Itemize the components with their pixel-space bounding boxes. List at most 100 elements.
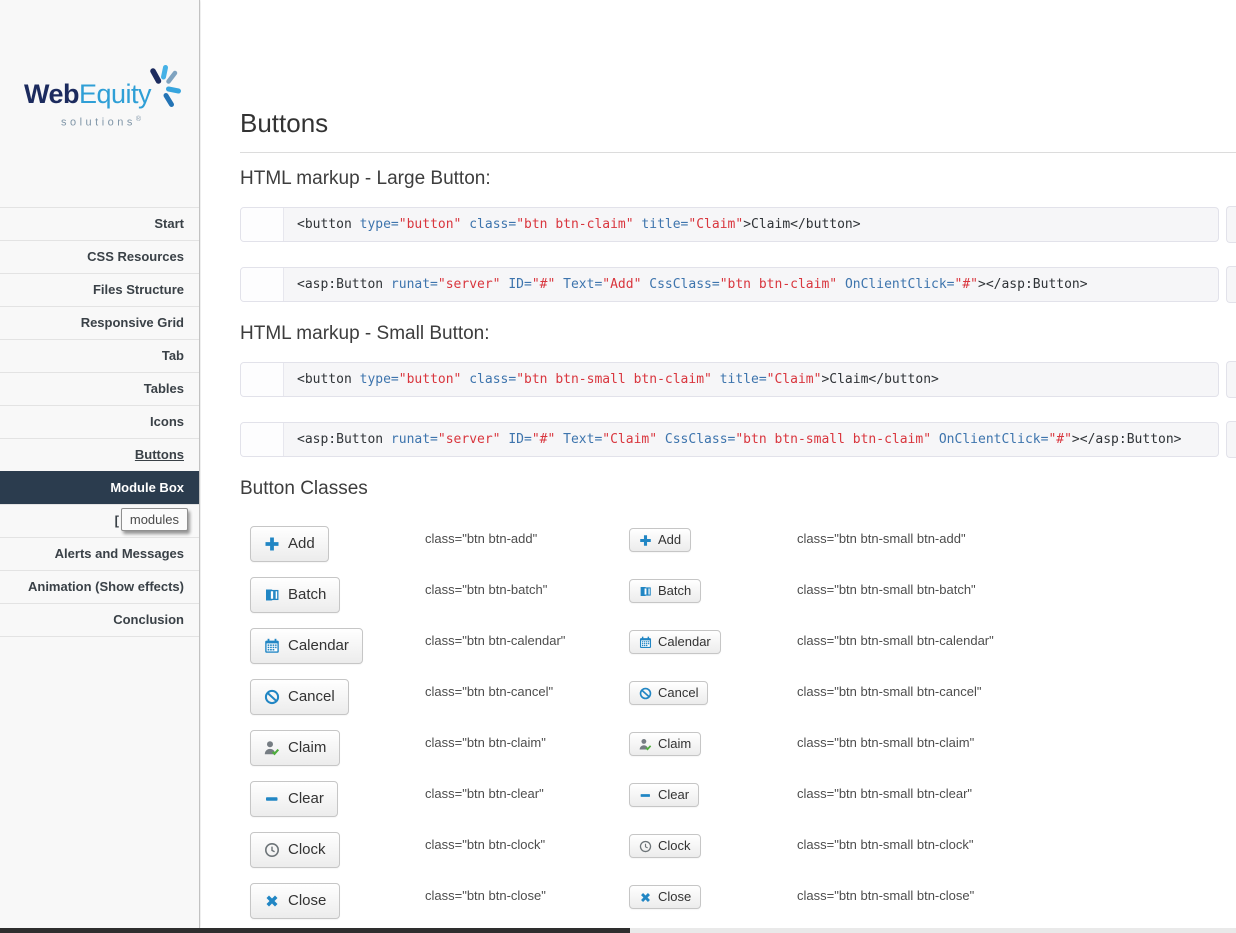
code-line: <button type="button" class="btn btn-cla… bbox=[284, 208, 1218, 241]
class-label-small: class="btn btn-small btn-claim" bbox=[797, 735, 974, 750]
logo[interactable]: WebEquity solutions® bbox=[24, 80, 174, 129]
logo-brand-primary: Web bbox=[24, 79, 79, 109]
sidebar-item-label: Alerts and Messages bbox=[55, 546, 184, 561]
sidebar-item-buttons[interactable]: Buttons bbox=[0, 438, 199, 471]
claim-icon bbox=[264, 740, 280, 756]
button-cancel-large[interactable]: Cancel bbox=[250, 679, 349, 715]
sidebar-item-label: Module Box bbox=[110, 480, 184, 495]
button-claim-small[interactable]: Claim bbox=[629, 732, 701, 756]
sidebar-item-label: Icons bbox=[150, 414, 184, 429]
ban-icon bbox=[264, 689, 280, 705]
class-label-large: class="btn btn-clock" bbox=[425, 837, 545, 852]
button-add-large[interactable]: Add bbox=[250, 526, 329, 562]
button-label: Clock bbox=[658, 838, 691, 854]
code-gutter bbox=[241, 423, 284, 456]
class-label-small: class="btn btn-small btn-calendar" bbox=[797, 633, 994, 648]
class-label-large: class="btn btn-cancel" bbox=[425, 684, 553, 699]
close-icon bbox=[639, 891, 652, 904]
class-label-small: class="btn btn-small btn-cancel" bbox=[797, 684, 981, 699]
sidebar: WebEquity solutions® StartCSS Resourc bbox=[0, 0, 200, 928]
sidebar-item-animation-show-effects[interactable]: Animation (Show effects) bbox=[0, 570, 199, 603]
sidebar-item-label: Tab bbox=[162, 348, 184, 363]
class-label-small: class="btn btn-small btn-clear" bbox=[797, 786, 972, 801]
code-gutter bbox=[241, 363, 284, 396]
class-label-large: class="btn btn-claim" bbox=[425, 735, 546, 750]
button-label: Close bbox=[288, 891, 326, 911]
horizontal-scrollbar-thumb[interactable] bbox=[0, 928, 630, 933]
class-label-small: class="btn btn-small btn-add" bbox=[797, 531, 966, 546]
calendar-icon bbox=[264, 638, 280, 654]
button-clear-large[interactable]: Clear bbox=[250, 781, 338, 817]
plus-icon bbox=[264, 536, 280, 552]
sidebar-item-label: Tables bbox=[144, 381, 184, 396]
button-label: Cancel bbox=[658, 685, 698, 701]
sidebar-item-icons[interactable]: Icons bbox=[0, 405, 199, 438]
button-label: Claim bbox=[288, 738, 326, 758]
sidebar-item-responsive-grid[interactable]: Responsive Grid bbox=[0, 306, 199, 339]
button-calendar-small[interactable]: Calendar bbox=[629, 630, 721, 654]
page: WebEquity solutions® StartCSS Resourc bbox=[0, 0, 1236, 933]
sidebar-item-start[interactable]: Start bbox=[0, 207, 199, 240]
horizontal-scrollbar[interactable] bbox=[0, 928, 1236, 933]
sidebar-item-conclusion[interactable]: Conclusion bbox=[0, 603, 199, 636]
button-cancel-small[interactable]: Cancel bbox=[629, 681, 708, 705]
logo-tagline: solutions® bbox=[24, 116, 174, 129]
code-block-small-html: <button type="button" class="btn btn-sma… bbox=[240, 362, 1219, 397]
sidebar-item-tables[interactable]: Tables bbox=[0, 372, 199, 405]
code-block-small-asp: <asp:Button runat="server" ID="#" Text="… bbox=[240, 422, 1219, 457]
button-close-large[interactable]: Close bbox=[250, 883, 340, 919]
class-label-large: class="btn btn-clear" bbox=[425, 786, 544, 801]
code-gutter bbox=[241, 208, 284, 241]
sidebar-item-files-structure[interactable]: Files Structure bbox=[0, 273, 199, 306]
sidebar-item-module-box[interactable]: Module Box bbox=[0, 471, 199, 504]
code-block-overflow-sliver bbox=[1226, 206, 1236, 243]
logo-brand-secondary: Equity bbox=[79, 79, 151, 109]
clock-icon bbox=[264, 842, 280, 858]
class-label-large: class="btn btn-add" bbox=[425, 531, 537, 546]
class-label-small: class="btn btn-small btn-close" bbox=[797, 888, 974, 903]
sidebar-item-css-resources[interactable]: CSS Resources bbox=[0, 240, 199, 273]
modules-tooltip: modules bbox=[121, 508, 188, 531]
close-icon bbox=[264, 893, 280, 909]
button-clock-small[interactable]: Clock bbox=[629, 834, 701, 858]
button-label: Batch bbox=[288, 585, 326, 605]
button-close-small[interactable]: Close bbox=[629, 885, 701, 909]
code-block-overflow-sliver bbox=[1226, 421, 1236, 458]
button-label: Clear bbox=[288, 789, 324, 809]
sidebar-item-label: Responsive Grid bbox=[81, 315, 184, 330]
class-label-large: class="btn btn-batch" bbox=[425, 582, 547, 597]
ban-icon bbox=[639, 687, 652, 700]
button-add-small[interactable]: Add bbox=[629, 528, 691, 552]
sidebar-item-label: CSS Resources bbox=[87, 249, 184, 264]
section-heading-button-classes: Button Classes bbox=[240, 477, 1236, 501]
button-label: Clock bbox=[288, 840, 326, 860]
button-label: Batch bbox=[658, 583, 691, 599]
sidebar-item-modules[interactable]: [ modules ]modules bbox=[0, 504, 199, 537]
button-batch-large[interactable]: Batch bbox=[250, 577, 340, 613]
sidebar-item-label: Files Structure bbox=[93, 282, 184, 297]
sidebar-item-tab[interactable]: Tab bbox=[0, 339, 199, 372]
button-clock-large[interactable]: Clock bbox=[250, 832, 340, 868]
minus-icon bbox=[639, 789, 652, 802]
button-label: Claim bbox=[658, 736, 691, 752]
class-label-large: class="btn btn-calendar" bbox=[425, 633, 565, 648]
code-block-large-asp: <asp:Button runat="server" ID="#" Text="… bbox=[240, 267, 1219, 302]
button-clear-small[interactable]: Clear bbox=[629, 783, 699, 807]
button-label: Calendar bbox=[288, 636, 349, 656]
class-label-small: class="btn btn-small btn-clock" bbox=[797, 837, 974, 852]
section-heading-small-button: HTML markup - Small Button: bbox=[240, 322, 1236, 346]
button-batch-small[interactable]: Batch bbox=[629, 579, 701, 603]
code-block-overflow-sliver bbox=[1226, 361, 1236, 398]
sidebar-item-label: Start bbox=[154, 216, 184, 231]
button-calendar-large[interactable]: Calendar bbox=[250, 628, 363, 664]
button-claim-large[interactable]: Claim bbox=[250, 730, 340, 766]
code-line: <asp:Button runat="server" ID="#" Text="… bbox=[284, 268, 1218, 301]
button-label: Close bbox=[658, 889, 691, 905]
page-title: Buttons bbox=[240, 108, 1236, 138]
batch-icon bbox=[639, 585, 652, 598]
class-label-large: class="btn btn-close" bbox=[425, 888, 546, 903]
code-line: <button type="button" class="btn btn-sma… bbox=[284, 363, 1218, 396]
sidebar-item-alerts-and-messages[interactable]: Alerts and Messages bbox=[0, 537, 199, 570]
logo-wordmark: WebEquity bbox=[24, 80, 174, 113]
logo-star-icon bbox=[142, 64, 182, 112]
